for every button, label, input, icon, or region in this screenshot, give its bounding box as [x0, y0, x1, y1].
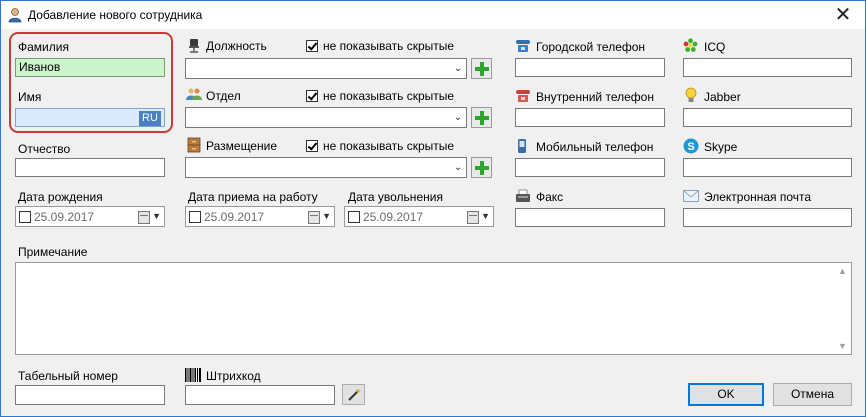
mobile-phone-label: Мобильный телефон: [536, 140, 654, 154]
chevron-down-icon[interactable]: ⌄: [452, 112, 464, 124]
calendar-icon[interactable]: [467, 211, 479, 224]
dismiss-date-value: 25.09.2017: [363, 210, 424, 224]
last-name-label: Фамилия: [18, 40, 69, 54]
placement-hide-checkbox[interactable]: [306, 140, 318, 152]
department-hide-checkbox[interactable]: [306, 90, 318, 102]
email-label: Электронная почта: [704, 190, 812, 204]
mobile-phone-input[interactable]: [515, 158, 665, 177]
calendar-icon[interactable]: [308, 211, 320, 224]
form-body: Фамилия Иванов Имя RU Отчество Дата рожд…: [1, 29, 865, 416]
magic-wand-icon: [348, 388, 361, 401]
jabber-label: Jabber: [704, 90, 741, 104]
note-label: Примечание: [18, 245, 88, 259]
middle-name-input[interactable]: [15, 158, 165, 177]
skype-icon: S: [683, 138, 699, 154]
mobile-phone-icon: [518, 139, 526, 153]
envelope-icon: [683, 190, 699, 202]
svg-text:S: S: [687, 141, 694, 153]
skype-input[interactable]: [683, 158, 852, 177]
internal-phone-input[interactable]: [515, 108, 665, 127]
plus-icon: [475, 111, 489, 125]
fax-input[interactable]: [515, 208, 665, 227]
position-hide-label: не показывать скрытые: [323, 39, 455, 53]
note-scrollbar[interactable]: ▲ ▼: [834, 263, 851, 354]
user-icon: [8, 8, 22, 23]
internal-phone-icon: [516, 90, 530, 102]
department-hide-label: не показывать скрытые: [323, 89, 455, 103]
icq-flower-icon: [683, 38, 698, 52]
keyboard-layout-badge: RU: [139, 111, 161, 126]
close-button[interactable]: ✕: [821, 1, 865, 29]
dialog-window: Добавление нового сотрудника ✕ Фамилия И…: [0, 0, 866, 417]
lightbulb-icon: [685, 87, 697, 102]
note-textarea[interactable]: ▲ ▼: [15, 262, 852, 355]
cancel-button[interactable]: Отмена: [773, 383, 852, 406]
hire-date-picker[interactable]: 25.09.2017 ▼: [185, 206, 335, 227]
close-icon: ✕: [834, 4, 852, 26]
icq-label: ICQ: [704, 40, 726, 54]
placement-label: Размещение: [206, 139, 277, 153]
birth-date-value: 25.09.2017: [34, 210, 95, 224]
barcode-icon: [185, 368, 201, 382]
dismiss-date-label: Дата увольнения: [348, 190, 443, 204]
barcode-label: Штрихкод: [206, 369, 261, 383]
scroll-down-icon[interactable]: ▼: [838, 341, 847, 351]
hire-date-label: Дата приема на работу: [188, 190, 318, 204]
hire-date-value: 25.09.2017: [204, 210, 265, 224]
placement-hide-label: не показывать скрытые: [323, 139, 455, 153]
add-position-button[interactable]: [471, 58, 492, 79]
people-group-icon: [186, 88, 202, 100]
last-name-input[interactable]: Иванов: [15, 58, 165, 77]
first-name-label: Имя: [18, 90, 42, 104]
hire-date-checkbox[interactable]: [189, 211, 201, 223]
department-label: Отдел: [206, 89, 241, 103]
position-hide-checkbox[interactable]: [306, 40, 318, 52]
internal-phone-label: Внутренний телефон: [536, 90, 654, 104]
window-title: Добавление нового сотрудника: [28, 8, 203, 22]
city-phone-label: Городской телефон: [536, 40, 646, 54]
plus-icon: [475, 161, 489, 175]
chevron-down-icon[interactable]: ⌄: [452, 63, 464, 75]
skype-label: Skype: [704, 140, 738, 154]
ok-button[interactable]: OK: [688, 383, 764, 406]
fax-icon: [516, 189, 530, 202]
calendar-icon[interactable]: [138, 211, 150, 224]
birth-date-label: Дата рождения: [18, 190, 103, 204]
add-department-button[interactable]: [471, 107, 492, 128]
icq-input[interactable]: [683, 58, 852, 77]
dismiss-date-checkbox[interactable]: [348, 211, 360, 223]
dropdown-arrow-icon[interactable]: ▼: [152, 211, 161, 221]
title-bar: Добавление нового сотрудника ✕: [1, 1, 865, 29]
position-combobox[interactable]: ⌄: [185, 58, 467, 79]
fax-label: Факс: [536, 190, 564, 204]
cabinet-icon: [187, 137, 201, 153]
birth-date-picker[interactable]: 25.09.2017 ▼: [15, 206, 165, 227]
barcode-input[interactable]: [185, 385, 335, 405]
city-phone-input[interactable]: [515, 58, 665, 77]
placement-combobox[interactable]: ⌄: [185, 157, 467, 178]
chevron-down-icon[interactable]: ⌄: [452, 162, 464, 174]
generate-barcode-button[interactable]: [342, 384, 365, 405]
plus-icon: [475, 62, 489, 76]
personnel-number-label: Табельный номер: [18, 369, 118, 383]
dropdown-arrow-icon[interactable]: ▼: [322, 211, 331, 221]
birth-date-checkbox[interactable]: [19, 211, 31, 223]
office-chair-icon: [189, 39, 199, 53]
jabber-input[interactable]: [683, 108, 852, 127]
personnel-number-input[interactable]: [15, 385, 165, 405]
position-label: Должность: [206, 39, 267, 53]
department-combobox[interactable]: ⌄: [185, 107, 467, 128]
landline-phone-icon: [516, 40, 530, 52]
add-placement-button[interactable]: [471, 157, 492, 178]
middle-name-label: Отчество: [18, 142, 71, 156]
first-name-input[interactable]: RU: [15, 108, 165, 127]
dropdown-arrow-icon[interactable]: ▼: [481, 211, 490, 221]
scroll-up-icon[interactable]: ▲: [838, 266, 847, 276]
dismiss-date-picker[interactable]: 25.09.2017 ▼: [344, 206, 494, 227]
email-input[interactable]: [683, 208, 852, 227]
